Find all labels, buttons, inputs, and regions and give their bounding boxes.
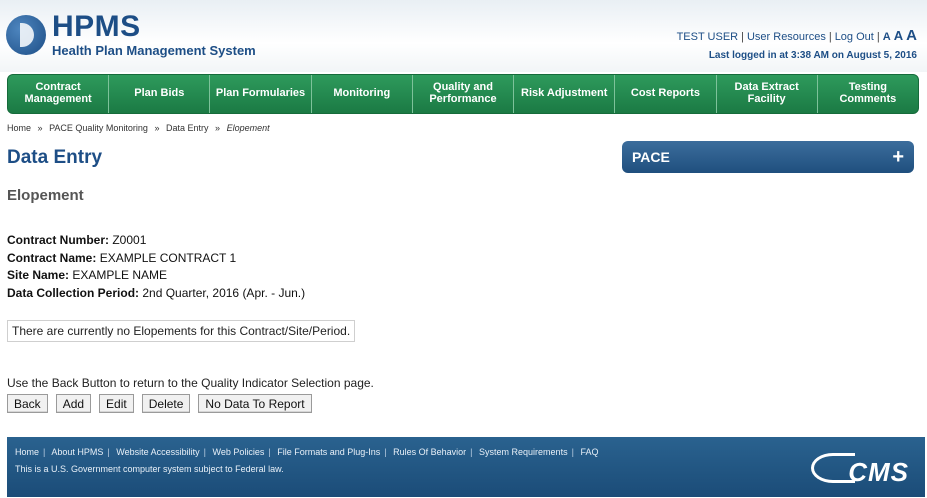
pace-panel-title: PACE bbox=[632, 149, 670, 165]
footer-link-file-formats[interactable]: File Formats and Plug-Ins bbox=[277, 447, 380, 457]
header: HPMS Health Plan Management System TEST … bbox=[0, 0, 927, 72]
site-name-row: Site Name: EXAMPLE NAME bbox=[7, 268, 168, 282]
expand-plus-icon[interactable]: + bbox=[892, 147, 904, 167]
last-logged-in: Last logged in at 3:38 AM on August 5, 2… bbox=[708, 50, 917, 61]
nav-contract-management[interactable]: Contract Management bbox=[8, 75, 110, 113]
footer-link-system-requirements[interactable]: System Requirements bbox=[479, 447, 568, 457]
data-collection-period-row: Data Collection Period: 2nd Quarter, 201… bbox=[7, 285, 306, 300]
main-nav: Contract Management Plan Bids Plan Formul… bbox=[7, 74, 919, 114]
nav-cost-reports[interactable]: Cost Reports bbox=[615, 75, 717, 113]
footer-link-web-policies[interactable]: Web Policies bbox=[213, 447, 265, 457]
user-name: TEST USER bbox=[676, 31, 739, 43]
no-records-notice: There are currently no Elopements for th… bbox=[7, 320, 356, 342]
no-data-to-report-button[interactable]: No Data To Report bbox=[198, 394, 312, 413]
font-size-large-link[interactable]: A bbox=[906, 27, 917, 44]
action-buttons: Back Add Edit Delete No Data To Report bbox=[7, 394, 312, 413]
footer-link-rules-of-behavior[interactable]: Rules Of Behavior bbox=[393, 447, 466, 457]
breadcrumb: Home » PACE Quality Monitoring » Data En… bbox=[7, 123, 270, 133]
footer: Home | About HPMS | Website Accessibility |… bbox=[7, 437, 925, 497]
back-instruction: Use the Back Button to return to the Qua… bbox=[7, 376, 374, 390]
user-resources-link[interactable]: User Resources bbox=[747, 31, 826, 43]
user-bar: TEST USER | User Resources | Log Out | A… bbox=[676, 27, 917, 61]
breadcrumb-current: Elopement bbox=[226, 123, 270, 133]
contract-info: Contract Number: Z0001 Contract Name: EX… bbox=[7, 232, 305, 302]
logout-link[interactable]: Log Out bbox=[835, 31, 874, 43]
pace-panel-header[interactable]: PACE + bbox=[622, 141, 914, 173]
nav-plan-formularies[interactable]: Plan Formularies bbox=[210, 75, 312, 113]
footer-link-website-accessibility[interactable]: Website Accessibility bbox=[116, 447, 199, 457]
contract-name-row: Contract Name: EXAMPLE CONTRACT 1 bbox=[7, 250, 237, 265]
logo-subtitle: Health Plan Management System bbox=[52, 43, 256, 58]
nav-risk-adjustment[interactable]: Risk Adjustment bbox=[514, 75, 616, 113]
font-size-medium-link[interactable]: A bbox=[894, 28, 903, 43]
breadcrumb-pace-quality-monitoring[interactable]: PACE Quality Monitoring bbox=[49, 123, 148, 133]
page-subtitle: Elopement bbox=[7, 187, 84, 204]
nav-monitoring[interactable]: Monitoring bbox=[312, 75, 413, 113]
hpms-logo-icon bbox=[6, 14, 46, 55]
font-size-small-link[interactable]: A bbox=[883, 31, 891, 43]
footer-link-about-hpms[interactable]: About HPMS bbox=[51, 447, 103, 457]
breadcrumb-home[interactable]: Home bbox=[7, 123, 31, 133]
back-button[interactable]: Back bbox=[7, 394, 48, 413]
nav-testing-comments[interactable]: Testing Comments bbox=[818, 75, 918, 113]
footer-links: Home | About HPMS | Website Accessibility |… bbox=[15, 447, 599, 457]
delete-button[interactable]: Delete bbox=[141, 394, 191, 413]
add-button[interactable]: Add bbox=[55, 394, 92, 413]
footer-link-faq[interactable]: FAQ bbox=[580, 447, 598, 457]
page-title: Data Entry bbox=[7, 147, 103, 168]
nav-plan-bids[interactable]: Plan Bids bbox=[109, 75, 211, 113]
footer-link-home[interactable]: Home bbox=[15, 447, 39, 457]
cms-logo[interactable]: CMS bbox=[848, 457, 909, 488]
contract-number-row: Contract Number: Z0001 bbox=[7, 233, 147, 247]
hpms-logo[interactable]: HPMS Health Plan Management System bbox=[6, 12, 256, 57]
nav-data-extract-facility[interactable]: Data Extract Facility bbox=[717, 75, 818, 113]
nav-quality-and-performance[interactable]: Quality and Performance bbox=[413, 75, 515, 113]
edit-button[interactable]: Edit bbox=[99, 394, 134, 413]
logo-title: HPMS bbox=[52, 10, 141, 43]
footer-disclaimer: This is a U.S. Government computer syste… bbox=[15, 464, 284, 474]
breadcrumb-data-entry[interactable]: Data Entry bbox=[166, 123, 209, 133]
